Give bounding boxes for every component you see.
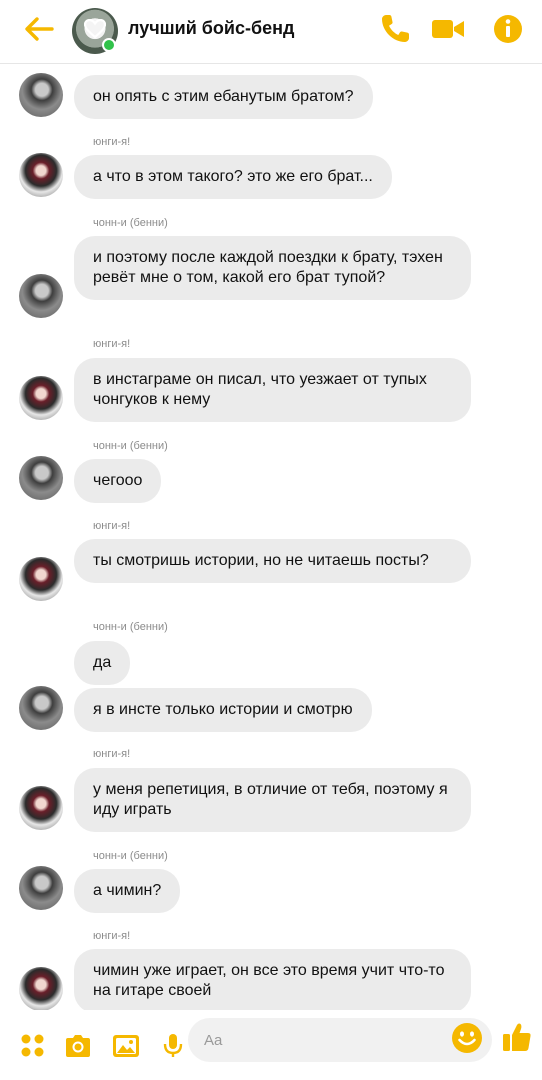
message-bubble[interactable]: он опять с этим ебанутым братом? [74,75,373,119]
message-bubble[interactable]: да [74,641,131,685]
thumbs-up-icon[interactable] [500,1020,534,1054]
sender-name: чонн-и (бенни) [93,440,168,452]
emoji-icon[interactable] [450,1021,484,1055]
message-bubble[interactable]: у меня репетиция, в отличие от тебя, поэ… [74,768,471,832]
microphone-icon[interactable] [158,1032,188,1060]
avatar[interactable] [19,153,63,197]
message-composer [0,1010,542,1080]
message-bubble[interactable]: а чимин? [74,869,181,913]
avatar[interactable] [19,73,63,117]
avatar[interactable] [19,274,63,318]
sender-name: юнги-я! [93,930,131,942]
chat-title[interactable]: лучший бойс-бенд [128,18,294,39]
heart-icon [84,19,106,39]
back-arrow-icon[interactable] [22,14,56,44]
sender-name: чонн-и (бенни) [93,217,168,229]
message-bubble[interactable]: а что в этом такого? это же его брат... [74,155,392,199]
avatar[interactable] [19,557,63,601]
message-input[interactable] [188,1018,492,1062]
chat-header: лучший бойс-бенд [0,0,542,64]
message-bubble[interactable]: в инстаграме он писал, что уезжает от ту… [74,358,471,422]
message-bubble[interactable]: чимин уже играет, он все это время учит … [74,949,471,1010]
avatar[interactable] [19,686,63,730]
message-bubble[interactable]: и поэтому после каждой поездки к брату, … [74,236,471,300]
video-camera-icon[interactable] [431,12,465,46]
info-icon[interactable] [491,12,525,46]
online-status-dot [102,38,116,52]
apps-grid-icon[interactable] [18,1032,48,1060]
message-list[interactable]: он опять с этим ебанутым братом? юнги-я!… [0,64,542,1010]
camera-icon[interactable] [63,1032,93,1060]
message-bubble[interactable]: я в инсте только истории и смотрю [74,688,372,732]
sender-name: юнги-я! [93,520,131,532]
message-bubble[interactable]: ты смотришь истории, но не читаешь посты… [74,539,471,583]
sender-name: чонн-и (бенни) [93,621,168,633]
phone-icon[interactable] [378,12,412,46]
gallery-icon[interactable] [111,1032,141,1060]
avatar[interactable] [19,866,63,910]
sender-name: юнги-я! [93,748,131,760]
sender-name: юнги-я! [93,338,131,350]
avatar[interactable] [19,967,63,1010]
avatar[interactable] [19,456,63,500]
avatar[interactable] [19,376,63,420]
message-bubble[interactable]: чегооо [74,459,162,503]
sender-name: юнги-я! [93,136,131,148]
sender-name: чонн-и (бенни) [93,850,168,862]
avatar[interactable] [19,786,63,830]
